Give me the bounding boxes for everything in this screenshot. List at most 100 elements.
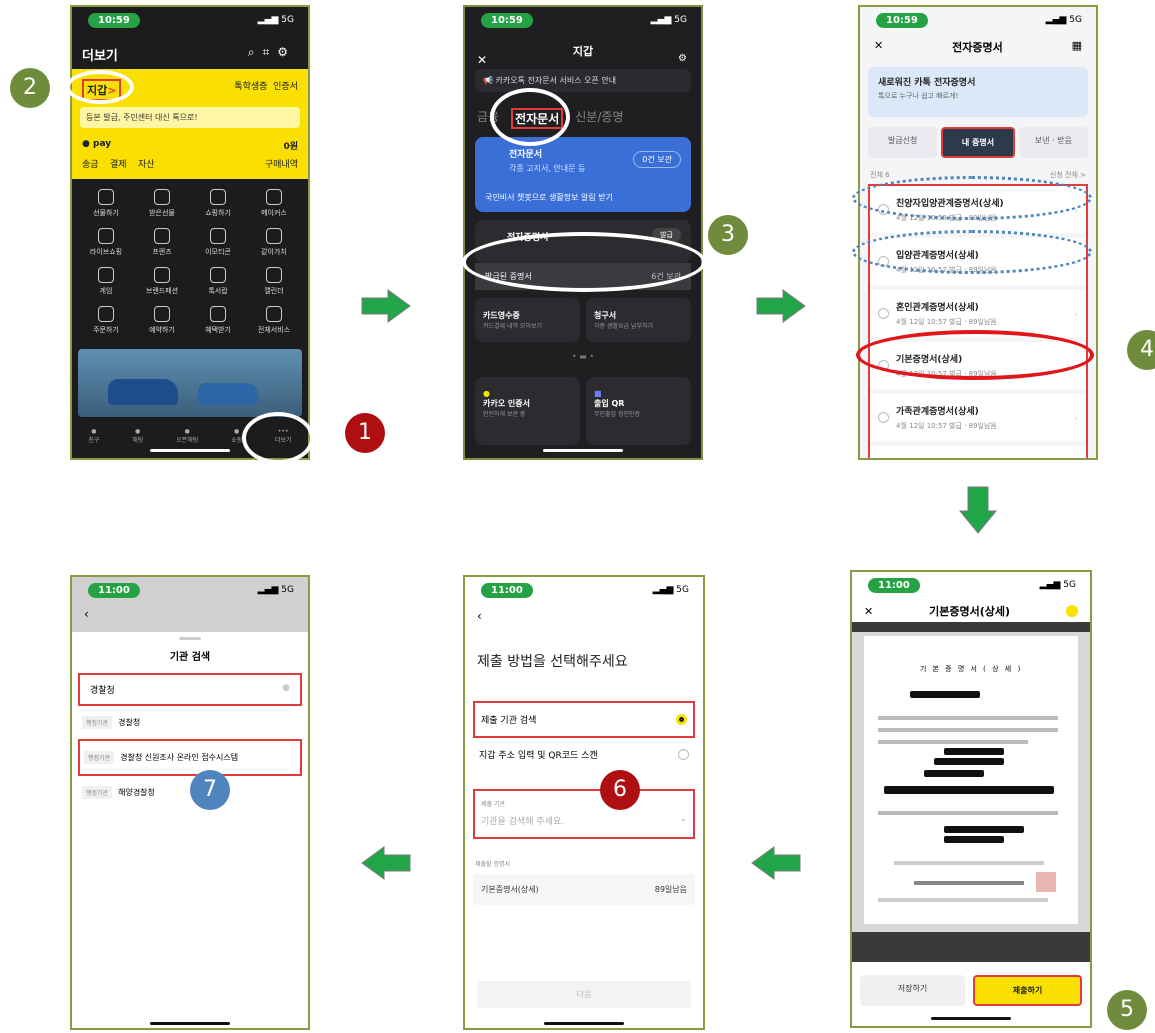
search-result[interactable]: 행정기관 경찰청 신원조사 온라인 접수시스템 — [78, 739, 302, 776]
clear-icon[interactable]: ● — [282, 683, 290, 696]
step-badge-1: 1 — [345, 413, 385, 453]
document-viewer[interactable]: 기 본 증 명 서 ( 상 세 ) — [852, 632, 1090, 932]
purchase-history-link[interactable]: 구매내역 — [265, 157, 298, 170]
option-org-search[interactable]: 제출 기관 검색 — [473, 701, 695, 738]
gear-icon[interactable]: ⚙ — [277, 45, 296, 59]
tab-chats[interactable]: ● 채팅 — [132, 428, 143, 444]
back-icon[interactable]: ‹ — [477, 609, 703, 623]
radio-icon[interactable] — [878, 412, 889, 423]
page-title: 더보기 — [82, 49, 118, 64]
notice-bar[interactable]: 📢 카카오톡 전자문서 서비스 오픈 안내 — [475, 69, 691, 92]
pay-link[interactable]: 결제 — [110, 160, 127, 170]
service-item[interactable]: 같이가치 — [246, 228, 302, 257]
signal-indicator: ▂▄▆ 5G — [257, 15, 294, 25]
promo-banner[interactable]: 새로워진 카톡 전자증명서 톡으로 누구나 쉽고 빠르게! — [868, 67, 1088, 117]
search-input[interactable]: 경찰청 ● — [78, 673, 302, 706]
gear-icon[interactable]: ⚙ — [678, 53, 687, 64]
filter-link[interactable]: 신청 전체 > — [1050, 170, 1086, 180]
send-link[interactable]: 송금 — [82, 160, 99, 170]
asset-link[interactable]: 자산 — [138, 160, 155, 170]
service-item[interactable]: 예약하기 — [134, 306, 190, 335]
seg-my-certs[interactable]: 내 증명서 — [941, 127, 1015, 158]
chatbot-link[interactable]: 국민비서 챗봇으로 생활정보 알림 받기 — [485, 192, 681, 203]
arrow-left-icon — [751, 846, 801, 880]
service-label: 브랜드패션 — [145, 287, 179, 295]
service-item[interactable]: 주문하기 — [78, 306, 134, 335]
arrow-right-icon — [756, 289, 806, 323]
scan-icon[interactable]: ⌗ — [262, 45, 277, 59]
notice-banner[interactable]: 등본 발급, 주민센터 대신 톡으로! — [80, 107, 300, 128]
clock: 10:59 — [481, 13, 533, 28]
student-id-link[interactable]: 톡학생증 — [234, 82, 267, 92]
service-item[interactable]: 쇼핑하기 — [190, 189, 246, 218]
pay-amount: 0원 — [283, 142, 298, 152]
cert-item[interactable]: 기본증명서(상세)› — [870, 446, 1086, 458]
cert-item[interactable]: 가족관계증명서(상세) 4월 12일 10:57 발급 · 89일남음 › — [870, 394, 1086, 446]
service-label: 전체서비스 — [257, 326, 291, 334]
service-label: 라이브쇼핑 — [89, 248, 123, 256]
service-item[interactable]: 받은선물 — [134, 189, 190, 218]
card-kakao-cert[interactable]: ● 카카오 인증서 안전하게 보관 중 — [475, 377, 580, 445]
signal-indicator: ▂▄▆ 5G — [257, 585, 294, 595]
card-qr[interactable]: ■ 출입 QR 무인출입 정인인증 — [586, 377, 691, 445]
back-icon[interactable]: ‹ — [84, 607, 308, 621]
service-item[interactable]: 메이커스 — [246, 189, 302, 218]
service-item[interactable]: 캘린더 — [246, 267, 302, 296]
tab-id[interactable]: 신분/증명 — [575, 108, 623, 129]
service-item[interactable]: 브랜드패션 — [134, 267, 190, 296]
service-item[interactable]: 선물하기 — [78, 189, 134, 218]
seg-apply[interactable]: 발급신청 — [868, 127, 938, 158]
radio-icon[interactable] — [878, 308, 889, 319]
chevron-down-icon: ⌄ — [679, 814, 687, 824]
service-item[interactable]: 톡서랍 — [190, 267, 246, 296]
signal-indicator: ▂▄▆ 5G — [1045, 15, 1082, 25]
service-label: 같이가치 — [261, 248, 287, 256]
step-badge-6: 6 — [600, 770, 640, 810]
option-wallet-qr[interactable]: 지갑 주소 입력 및 QR코드 스캔 — [473, 738, 695, 771]
page-title: 제출 방법을 선택해주세요 — [477, 654, 628, 670]
edoc-card[interactable]: 전자문서 각종 고지서, 안내문 등 0건 보관 국민비서 챗봇으로 생활정보 … — [475, 137, 691, 212]
service-item[interactable]: 라이브쇼핑 — [78, 228, 134, 257]
submit-button[interactable]: 제출하기 — [973, 975, 1082, 1006]
screen-submit-method: 11:00 ▂▄▆ 5G ‹ 제출 방법을 선택해주세요 제출 기관 검색 지갑… — [463, 575, 705, 1030]
close-icon[interactable]: ✕ — [864, 605, 873, 618]
search-result[interactable]: 행정기관 경찰청 — [78, 706, 302, 739]
status-bar: 10:59 ▂▄▆ 5G — [860, 7, 1096, 33]
talk-icon[interactable] — [1066, 605, 1078, 617]
tab-openchat[interactable]: ● 오픈채팅 — [176, 428, 198, 444]
card-receipt[interactable]: 카드영수증 카드결제 내역 모아보기 — [475, 298, 580, 342]
highlight-oval — [856, 330, 1094, 380]
service-item[interactable]: 혜택받기 — [190, 306, 246, 335]
service-icon — [210, 267, 226, 283]
org-field[interactable]: 제출 기관 기관을 검색해 주세요. ⌄ — [473, 789, 695, 839]
page-title: 기본증명서(상세) — [929, 605, 1011, 618]
tab-shopping[interactable]: ● 쇼핑 — [231, 428, 242, 444]
status-bar: 10:59 ▂▄▆ 5G — [465, 7, 701, 33]
service-icon — [154, 228, 170, 244]
save-button[interactable]: 저장하기 — [860, 975, 965, 1006]
search-icon[interactable]: ⌕ — [248, 45, 263, 59]
service-item[interactable]: 전체서비스 — [246, 306, 302, 335]
sheet-handle[interactable] — [179, 637, 201, 640]
close-icon[interactable]: ✕ — [477, 53, 487, 67]
service-grid: 선물하기 받은선물 쇼핑하기 메이커스라이브쇼핑 프렌즈 이모티콘 같이가치게임 브랜드패션 톡… — [72, 179, 308, 349]
page-dots: • ▬ • — [571, 352, 595, 361]
certificate-document: 기 본 증 명 서 ( 상 세 ) — [864, 636, 1078, 924]
service-icon — [98, 306, 114, 322]
car-image — [108, 379, 178, 405]
service-item[interactable]: 게임 — [78, 267, 134, 296]
certificate-link[interactable]: 인증서 — [273, 82, 298, 92]
service-item[interactable]: 이모티콘 — [190, 228, 246, 257]
promo-banner[interactable] — [78, 349, 302, 417]
clock: 11:00 — [868, 578, 920, 593]
next-button[interactable]: 다음 — [477, 981, 691, 1008]
highlight-oval — [462, 232, 706, 292]
qr-icon[interactable]: ▦ — [1072, 39, 1082, 55]
close-icon[interactable]: ✕ — [874, 39, 883, 55]
clock: 10:59 — [88, 13, 140, 28]
card-bill[interactable]: 청구서 각종 생활요금 납부하기 — [586, 298, 691, 342]
service-item[interactable]: 프렌즈 — [134, 228, 190, 257]
clock: 11:00 — [481, 583, 533, 598]
seg-sent[interactable]: 보낸 · 받음 — [1018, 127, 1088, 158]
tab-friends[interactable]: ● 친구 — [88, 428, 99, 444]
